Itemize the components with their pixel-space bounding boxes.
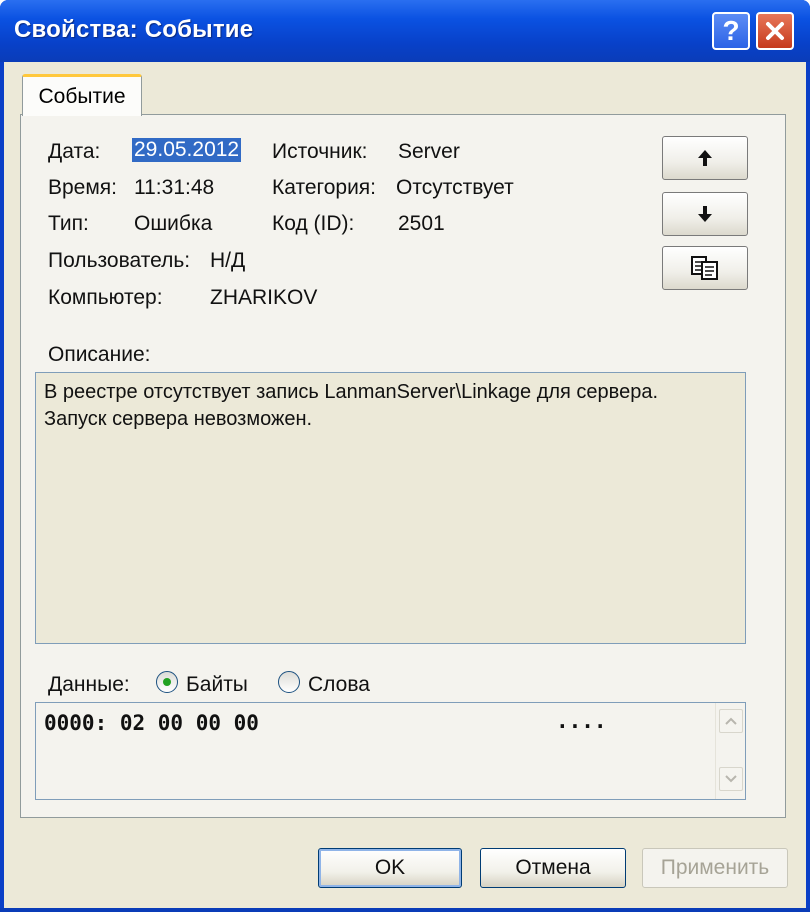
data-ascii-line: .... (556, 709, 607, 733)
chevron-down-icon (725, 775, 737, 783)
arrow-up-icon (698, 150, 712, 166)
tab-event[interactable]: Событие (22, 74, 142, 116)
words-radio-label[interactable]: Слова (308, 673, 370, 697)
user-label: Пользователь: (48, 249, 191, 272)
event-properties-window: Свойства: Событие ? Событие Дата: 29.05.… (0, 0, 810, 912)
previous-event-button[interactable] (662, 136, 748, 180)
time-label: Время: (48, 176, 118, 199)
source-label: Источник: (272, 140, 368, 163)
source-value: Server (398, 140, 460, 163)
type-label: Тип: (48, 212, 89, 235)
event-id-value: 2501 (398, 212, 445, 235)
bytes-radio[interactable] (156, 671, 178, 693)
category-label: Категория: (272, 176, 377, 199)
data-scrollbar[interactable] (715, 703, 745, 799)
category-value: Отсутствует (396, 176, 514, 199)
close-button[interactable] (756, 12, 794, 50)
computer-value: ZHARIKOV (210, 286, 318, 309)
window-title: Свойства: Событие (14, 16, 254, 43)
close-icon (766, 22, 784, 40)
next-event-button[interactable] (662, 192, 748, 236)
radio-selected-dot (163, 678, 171, 686)
description-label: Описание: (48, 343, 151, 366)
arrow-down-icon (698, 206, 712, 222)
data-hex-line: 0000: 02 00 00 00 (44, 711, 259, 735)
date-label: Дата: (48, 140, 101, 163)
apply-button[interactable]: Применить (642, 848, 788, 888)
scroll-up-button[interactable] (719, 709, 743, 733)
user-value: Н/Д (210, 249, 246, 272)
copy-icon (691, 256, 718, 280)
dialog-client-area: Событие Дата: 29.05.2012 Время: 11:31:48… (4, 62, 806, 908)
event-id-label: Код (ID): (272, 212, 355, 235)
chevron-up-icon (725, 717, 737, 725)
computer-label: Компьютер: (48, 286, 163, 309)
type-value: Ошибка (134, 212, 213, 235)
description-line-2: Запуск сервера невозможен. (44, 408, 313, 430)
copy-button[interactable] (662, 246, 748, 290)
help-button[interactable]: ? (712, 12, 750, 50)
description-line-1: В реестре отсутствует запись LanmanServe… (44, 381, 659, 403)
data-label: Данные: (48, 673, 130, 696)
description-textbox[interactable]: В реестре отсутствует запись LanmanServe… (35, 372, 746, 644)
time-value: 11:31:48 (134, 176, 215, 199)
title-bar[interactable]: Свойства: Событие ? (0, 0, 810, 62)
data-textbox[interactable]: 0000: 02 00 00 00 .... (35, 702, 746, 800)
date-value[interactable]: 29.05.2012 (132, 138, 242, 162)
window-bottom-border (0, 908, 810, 912)
scroll-down-button[interactable] (719, 767, 743, 791)
cancel-button[interactable]: Отмена (480, 848, 626, 888)
bytes-radio-label[interactable]: Байты (186, 673, 248, 697)
ok-button[interactable]: OK (318, 848, 462, 888)
words-radio[interactable] (278, 671, 300, 693)
